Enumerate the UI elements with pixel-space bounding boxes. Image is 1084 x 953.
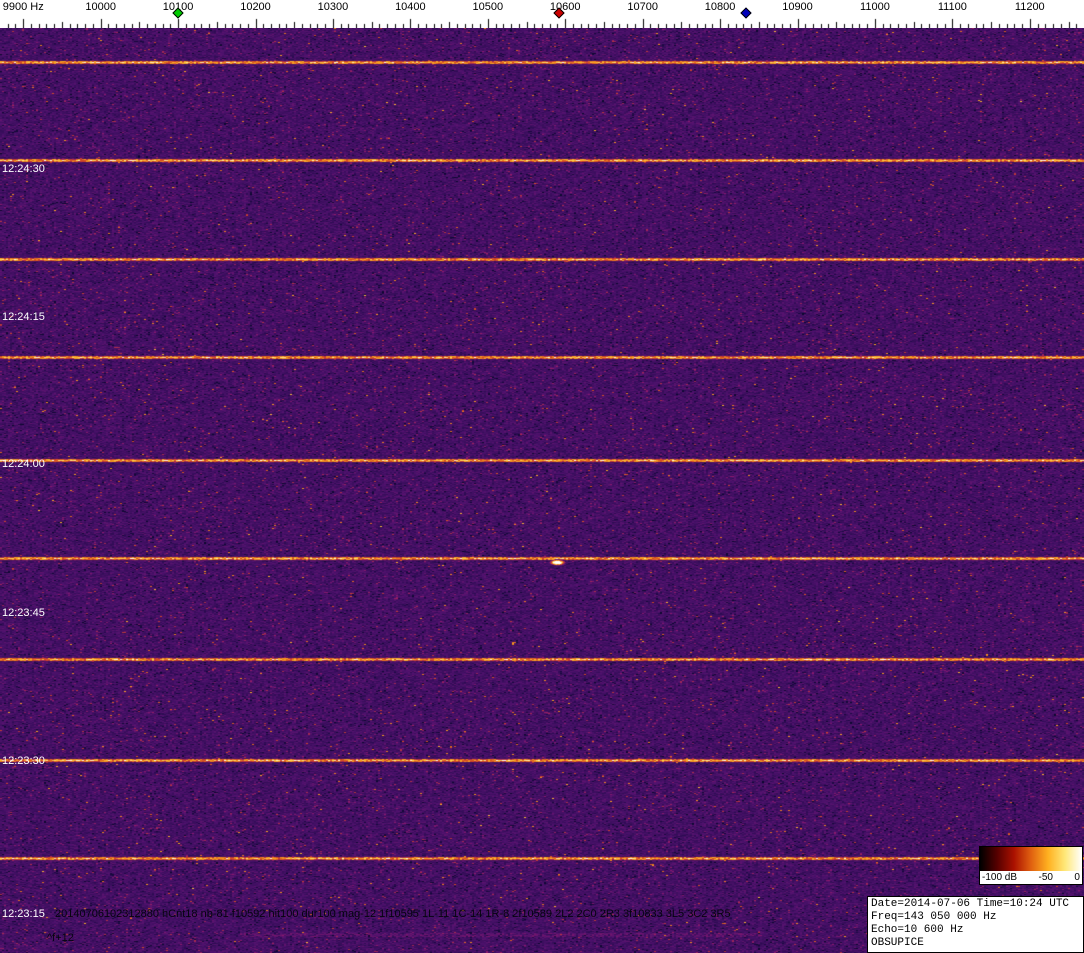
- colorbar-min-label: -100 dB: [982, 871, 1017, 884]
- detection-status-line: 20140706102312880 hCnt18 nb-81 f10592 hi…: [55, 908, 731, 920]
- freq-tick-label: 11000: [860, 1, 890, 13]
- colorbar-mid-label: -50: [1039, 871, 1053, 884]
- meteor-spectrogram-app: 9900 Hz100001010010200103001040010500106…: [0, 0, 1084, 953]
- frequency-ruler[interactable]: 9900 Hz100001010010200103001040010500106…: [0, 0, 1084, 28]
- info-date-line: Date=2014-07-06 Time=10:24 UTC: [871, 898, 1080, 911]
- time-label: 12:23:15: [2, 908, 45, 920]
- colorbar: -100 dB -50 0: [979, 846, 1083, 885]
- spectrogram-canvas[interactable]: [0, 28, 1084, 953]
- freq-tick-label: 11100: [938, 1, 967, 13]
- freq-shift-label: ^f+12: [47, 932, 74, 944]
- freq-tick-label: 9900 Hz: [3, 1, 44, 13]
- time-label: 12:24:30: [2, 163, 45, 175]
- freq-tick-label: 10700: [627, 1, 658, 13]
- freq-tick-label: 10400: [395, 1, 426, 13]
- colorbar-labels: -100 dB -50 0: [980, 871, 1082, 884]
- info-echo-line: Echo=10 600 Hz: [871, 924, 1080, 937]
- info-box: Date=2014-07-06 Time=10:24 UTC Freq=143 …: [867, 896, 1084, 953]
- freq-tick-label: 10000: [85, 1, 116, 13]
- info-station-line: OBSUPICE: [871, 937, 1080, 950]
- colorbar-gradient: [980, 847, 1082, 871]
- time-label: 12:23:30: [2, 755, 45, 767]
- freq-tick-label: 10900: [782, 1, 813, 13]
- colorbar-max-label: 0: [1074, 871, 1080, 884]
- time-label: 12:24:15: [2, 311, 45, 323]
- freq-tick-label: 10200: [240, 1, 271, 13]
- freq-tick-label: 10800: [705, 1, 736, 13]
- info-freq-line: Freq=143 050 000 Hz: [871, 911, 1080, 924]
- freq-tick-label: 10300: [318, 1, 349, 13]
- spectrogram-area: 12:24:30 12:24:15 12:24:00 12:23:45 12:23:30…: [0, 28, 1084, 953]
- time-label: 12:23:45: [2, 607, 45, 619]
- freq-tick-label: 11200: [1015, 1, 1045, 13]
- time-label: 12:24:00: [2, 458, 45, 470]
- freq-tick-label: 10500: [473, 1, 504, 13]
